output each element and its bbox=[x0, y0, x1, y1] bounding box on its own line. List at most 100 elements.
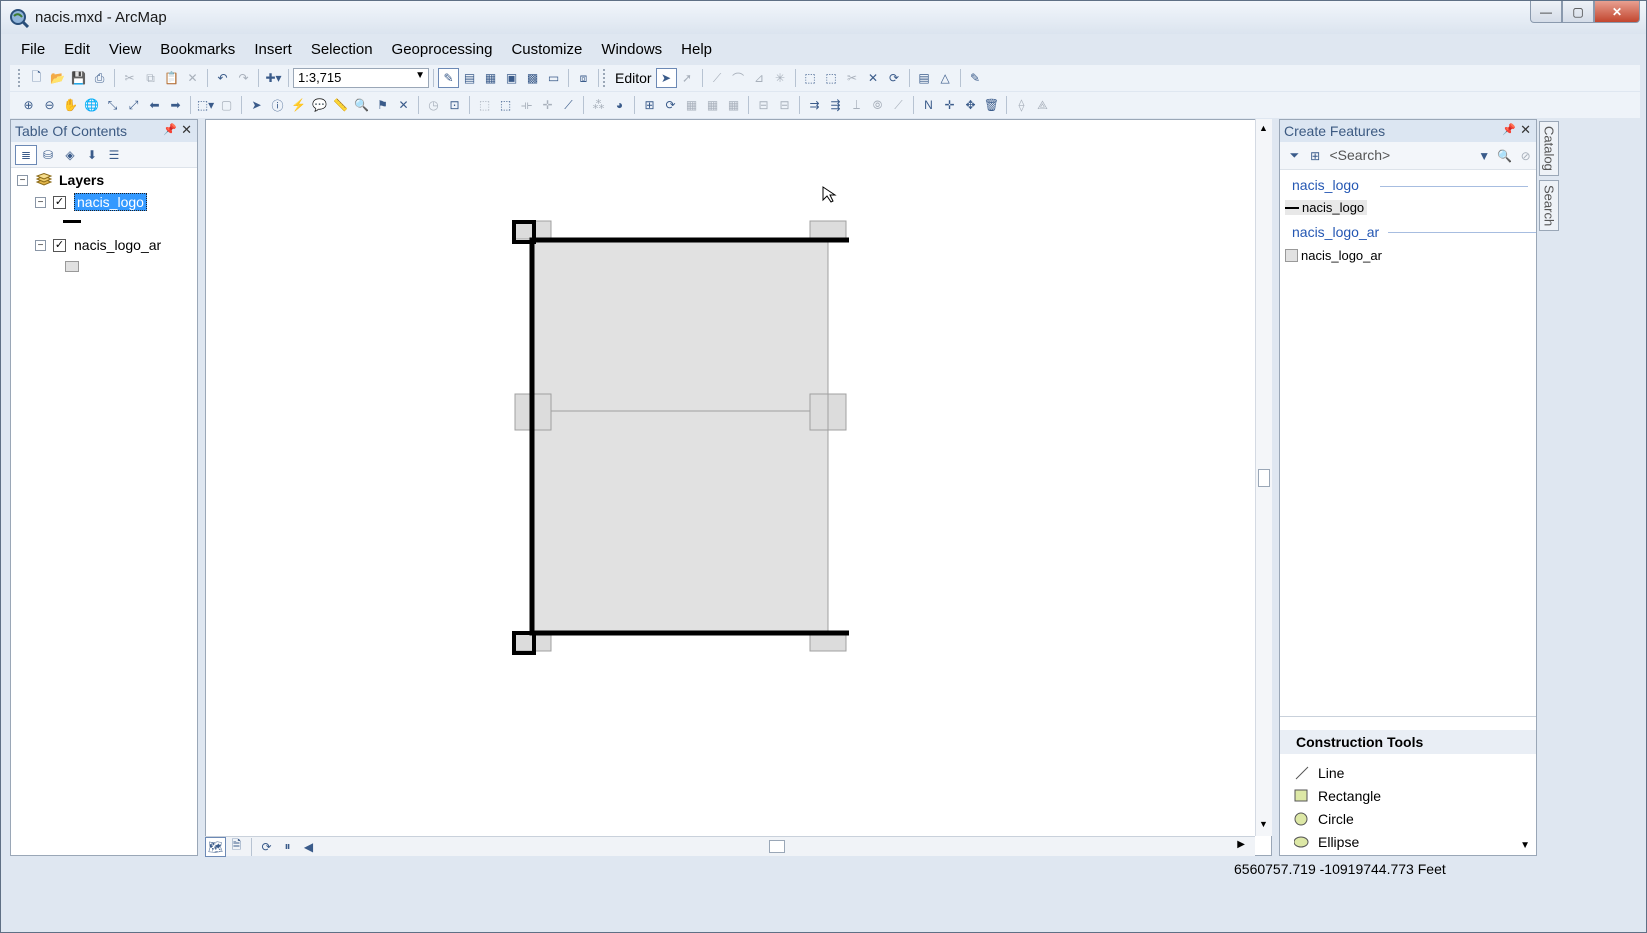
chevron-down-icon[interactable]: ▼ bbox=[1474, 146, 1495, 166]
collapse-icon[interactable]: − bbox=[35, 196, 46, 208]
menu-help[interactable]: Help bbox=[670, 39, 720, 63]
map-vertical-scrollbar[interactable]: ▲ ▼ bbox=[1255, 119, 1272, 836]
scroll-down-icon[interactable]: ▼ bbox=[1520, 840, 1530, 851]
layer-name[interactable]: nacis_logo_ar bbox=[74, 237, 161, 253]
map-canvas[interactable] bbox=[206, 120, 1256, 837]
layer-visibility-checkbox[interactable]: ✓ bbox=[53, 195, 66, 209]
html-popup-icon[interactable]: 💬 bbox=[309, 95, 330, 115]
arctoolbox-icon[interactable]: ▩ bbox=[522, 68, 543, 88]
add-vertex-icon[interactable]: ✛ bbox=[537, 95, 558, 115]
close-button[interactable]: ✕ bbox=[1594, 1, 1640, 23]
clear-selection-icon[interactable]: ▢ bbox=[216, 95, 237, 115]
split-icon[interactable]: ✕ bbox=[863, 68, 884, 88]
cut-polygons-icon[interactable]: ✂ bbox=[842, 68, 863, 88]
undo-icon[interactable]: ↶ bbox=[212, 68, 233, 88]
refresh-view-icon[interactable]: ⟳ bbox=[256, 837, 277, 857]
layer-visibility-checkbox[interactable]: ✓ bbox=[53, 238, 66, 252]
straight-segment-icon[interactable]: ⟋ bbox=[707, 68, 728, 88]
search-window-icon[interactable]: ▣ bbox=[501, 68, 522, 88]
toc-layer-nacis-logo-ar[interactable]: − ✓ nacis_logo_ar bbox=[35, 237, 161, 253]
menu-windows[interactable]: Windows bbox=[590, 39, 670, 63]
polygon-symbol-swatch[interactable] bbox=[65, 261, 79, 272]
select-elements-icon[interactable]: ➤ bbox=[246, 95, 267, 115]
back-arrow-icon[interactable]: ⬅ bbox=[144, 95, 165, 115]
time-slider-icon[interactable]: ◷ bbox=[423, 95, 444, 115]
close-icon[interactable]: ✕ bbox=[181, 122, 192, 138]
paste-icon[interactable]: 📋 bbox=[161, 68, 182, 88]
collapse-icon[interactable]: − bbox=[35, 239, 46, 251]
search-tab[interactable]: Search bbox=[1539, 179, 1559, 232]
menu-view[interactable]: View bbox=[98, 39, 149, 63]
delete-icon[interactable]: ✕ bbox=[182, 68, 203, 88]
rotate-icon[interactable]: ⟳ bbox=[884, 68, 905, 88]
menu-bookmarks[interactable]: Bookmarks bbox=[149, 39, 243, 63]
print-icon[interactable]: ⎙ bbox=[89, 68, 110, 88]
minimize-button[interactable]: — bbox=[1530, 1, 1562, 23]
pan-icon[interactable]: ✋ bbox=[60, 95, 81, 115]
cut-icon[interactable]: ✂ bbox=[119, 68, 140, 88]
list-by-drawing-order-icon[interactable]: ≣ bbox=[15, 144, 37, 165]
toc-layer-nacis-logo[interactable]: − ✓ nacis_logo bbox=[35, 193, 147, 211]
identify-icon[interactable]: ⓘ bbox=[267, 95, 288, 115]
line-symbol-swatch[interactable] bbox=[63, 220, 81, 223]
fixed-zoom-in-icon[interactable]: ⤡ bbox=[102, 95, 123, 115]
north-arrow-icon[interactable]: N bbox=[918, 95, 939, 115]
select-features-icon[interactable]: ⬚▾ bbox=[195, 95, 216, 115]
scroll-left-icon[interactable]: ◀ bbox=[298, 837, 319, 857]
clip-icon[interactable]: 🗑 bbox=[981, 95, 1002, 115]
layer-tool-icon[interactable]: ⊟ bbox=[753, 95, 774, 115]
toc-options-icon[interactable]: ☰ bbox=[103, 145, 125, 165]
template-search-input[interactable]: <Search> bbox=[1326, 146, 1474, 166]
topology-icon[interactable]: ⬚ bbox=[474, 95, 495, 115]
map-scale-combo[interactable]: 1:3,715 ▼ bbox=[293, 68, 429, 88]
point-icon[interactable]: ✳ bbox=[770, 68, 791, 88]
redo-icon[interactable]: ↷ bbox=[233, 68, 254, 88]
list-by-source-icon[interactable]: ⛁ bbox=[37, 145, 59, 165]
map-display[interactable] bbox=[205, 119, 1272, 856]
menu-geoprocessing[interactable]: Geoprocessing bbox=[381, 39, 501, 63]
construction-tool-rectangle[interactable]: Rectangle bbox=[1294, 788, 1381, 804]
feature-template-nacis-logo-ar[interactable]: nacis_logo_ar bbox=[1285, 248, 1382, 263]
menu-file[interactable]: File bbox=[10, 39, 53, 63]
menu-selection[interactable]: Selection bbox=[300, 39, 381, 63]
table-tool-icon[interactable]: ▦ bbox=[681, 95, 702, 115]
maximize-button[interactable]: ▢ bbox=[1562, 1, 1594, 23]
refresh-icon[interactable]: ⟳ bbox=[660, 95, 681, 115]
pin-icon[interactable]: 📌 bbox=[163, 123, 177, 136]
close-icon[interactable]: ✕ bbox=[1520, 122, 1531, 138]
topology-edit-icon[interactable]: ⬚ bbox=[495, 95, 516, 115]
snap-icon[interactable]: ✛ bbox=[939, 95, 960, 115]
globe-tool-icon[interactable]: ◕ bbox=[609, 95, 630, 115]
fixed-zoom-out-icon[interactable]: ⤢ bbox=[123, 95, 144, 115]
find-icon[interactable]: 🔍 bbox=[351, 95, 372, 115]
list-by-visibility-icon[interactable]: ◈ bbox=[59, 145, 81, 165]
extend-icon[interactable]: ⟘ bbox=[846, 95, 867, 115]
table-of-contents-icon[interactable]: ▤ bbox=[459, 68, 480, 88]
feature-template-nacis-logo[interactable]: nacis_logo bbox=[1285, 200, 1368, 215]
line-tool-icon[interactable]: ⟛ bbox=[516, 95, 537, 115]
python-window-icon[interactable]: ▭ bbox=[543, 68, 564, 88]
cogo-icon[interactable]: ⟠ bbox=[1011, 95, 1032, 115]
vertex-handle[interactable] bbox=[809, 220, 847, 240]
organize-templates-icon[interactable]: ⊞ bbox=[1305, 146, 1326, 166]
spatial-adjust-icon[interactable]: ⇶ bbox=[825, 95, 846, 115]
offset-icon[interactable]: ⟋ bbox=[888, 95, 909, 115]
move-icon[interactable]: ✥ bbox=[960, 95, 981, 115]
reshape-icon[interactable]: ⬚ bbox=[821, 68, 842, 88]
scroll-up-icon[interactable]: ▲ bbox=[1259, 123, 1268, 133]
edit-vertices-icon[interactable]: ⬚ bbox=[800, 68, 821, 88]
scroll-thumb[interactable] bbox=[1258, 469, 1270, 487]
catalog-window-icon[interactable]: ▦ bbox=[480, 68, 501, 88]
scroll-down-icon[interactable]: ▼ bbox=[1259, 819, 1268, 829]
model-builder-icon[interactable]: ⧈ bbox=[573, 68, 594, 88]
edit-annotation-icon[interactable]: ➚ bbox=[677, 68, 698, 88]
georef-icon[interactable]: ⊞ bbox=[639, 95, 660, 115]
clear-search-icon[interactable]: ⊘ bbox=[1515, 146, 1536, 166]
pane-splitter[interactable] bbox=[1280, 716, 1536, 726]
menu-insert[interactable]: Insert bbox=[243, 39, 300, 63]
fillet-icon[interactable]: ⦾ bbox=[867, 95, 888, 115]
copy-icon[interactable]: ⧉ bbox=[140, 68, 161, 88]
data-view-icon[interactable]: 🗺 bbox=[205, 836, 226, 857]
scroll-right-icon[interactable]: ▶ bbox=[1237, 839, 1245, 850]
menu-edit[interactable]: Edit bbox=[53, 39, 98, 63]
